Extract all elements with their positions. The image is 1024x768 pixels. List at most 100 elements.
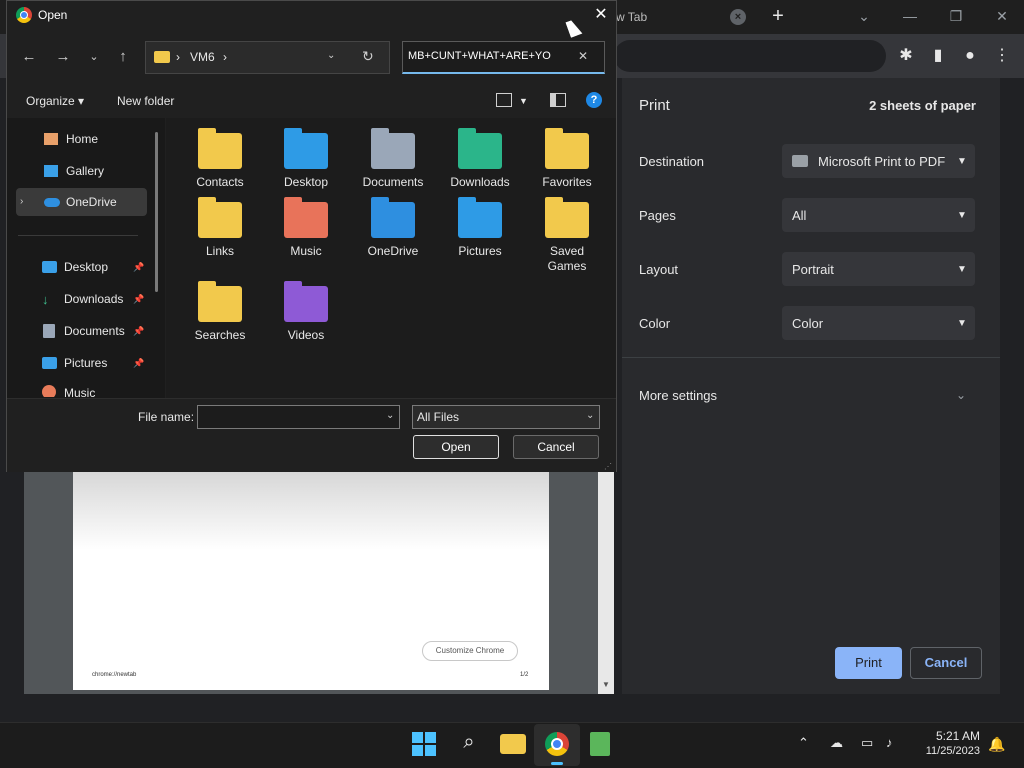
new-tab-plus-icon[interactable]: + [768,6,788,26]
scroll-down-arrow-icon[interactable]: ▼ [601,680,611,690]
file-type-dropdown-icon[interactable]: ⌄ [586,410,594,421]
preview-scrollbar[interactable] [598,470,614,694]
view-options-icon[interactable] [496,93,512,107]
music-icon [42,385,56,397]
layout-label: Layout [639,262,679,277]
onedrive-cloud-icon [44,197,60,207]
file-name-dropdown-icon[interactable]: ⌄ [386,410,394,421]
tab-close-icon[interactable]: × [730,9,746,25]
help-icon[interactable]: ? [586,92,602,108]
folder-item-favorites[interactable]: Favorites [527,128,607,190]
quick-access-desktop[interactable]: Desktop [16,253,146,281]
destination-select[interactable]: Microsoft Print to PDF [782,144,975,178]
folder-item-videos[interactable]: Videos [266,281,346,343]
search-input[interactable]: MB+CUNT+WHAT+ARE+YO [408,50,566,62]
menu-kebab-icon[interactable]: ⋮ [990,44,1014,68]
omnibox[interactable] [614,40,886,72]
folder-label: Searches [194,328,246,342]
up-arrow-icon[interactable]: ↑ [112,46,134,68]
nav-gallery-label: Gallery [66,164,105,178]
folder-item-desktop[interactable]: Desktop [266,128,346,190]
folder-item-saved-games[interactable]: Saved Games [527,197,607,274]
resize-grip-icon[interactable]: ⋰ [604,462,612,471]
network-icon[interactable]: ▭ [861,735,873,751]
folder-label: OneDrive [367,244,419,258]
dialog-titlebar[interactable] [7,1,616,31]
recent-locations-chevron-icon[interactable]: ⌄ [83,46,105,68]
file-type-select[interactable]: All Files [412,405,600,429]
folder-item-contacts[interactable]: Contacts [180,128,260,190]
chevron-down-icon[interactable]: ⌄ [956,388,966,402]
folder-label: Music [290,244,322,258]
pages-value: All [792,207,807,223]
notification-bell-icon[interactable]: 🔔 [988,736,1005,753]
cancel-button[interactable]: Cancel [513,435,599,459]
forward-arrow-icon[interactable]: → [52,46,74,68]
onedrive-tray-icon[interactable]: ☁ [830,735,843,751]
onedrive-folder-icon [371,197,415,238]
folder-item-documents[interactable]: Documents [353,128,433,190]
extensions-icon[interactable]: ✱ [894,44,918,68]
saved-games-folder-icon [545,197,589,238]
print-title: Print [639,97,670,114]
folder-item-links[interactable]: Links [180,197,260,259]
more-settings-toggle[interactable]: More settings [639,388,717,403]
breadcrumb-vm6[interactable]: VM6 [190,50,215,64]
back-arrow-icon[interactable]: ← [18,46,40,68]
windows-start-icon[interactable] [412,732,436,756]
profile-avatar-icon[interactable]: ● [958,44,982,68]
desktop-icon [42,261,57,273]
print-cancel-button[interactable]: Cancel [910,647,982,679]
dialog-close-icon[interactable]: ✕ [592,6,610,24]
nav-home[interactable]: Home [16,125,146,153]
chrome-logo-icon [16,7,32,23]
organize-label: Organize [26,94,75,108]
folder-item-downloads[interactable]: Downloads [440,128,520,190]
new-folder-button[interactable]: New folder [117,94,174,108]
layout-select[interactable]: Portrait [782,252,975,286]
clock-time[interactable]: 5:21 AM [930,729,980,743]
folder-label: Pictures [458,244,502,258]
color-select[interactable]: Color [782,306,975,340]
folder-item-onedrive[interactable]: OneDrive [353,197,433,259]
quick-access-music[interactable]: Music [16,381,146,397]
downloads-folder-icon [458,128,502,169]
nav-onedrive[interactable]: OneDrive [16,188,147,216]
refresh-icon[interactable]: ↻ [362,48,374,65]
file-name-input[interactable] [197,405,400,429]
search-clear-icon[interactable]: ✕ [578,49,588,63]
minimize-icon[interactable]: — [896,6,924,26]
file-explorer-icon[interactable] [500,734,526,754]
nav-gallery[interactable]: Gallery [16,157,146,185]
address-dropdown-icon[interactable]: ⌄ [327,50,335,61]
quick-access-documents[interactable]: Documents [16,317,146,345]
show-hidden-icons-chevron-icon[interactable]: ⌃ [798,735,809,751]
taskbar-search-icon[interactable]: ⌕ [456,731,482,757]
clock-date[interactable]: 11/25/2023 [918,745,980,757]
view-dropdown-icon[interactable]: ▼ [519,96,528,106]
side-panel-icon[interactable]: ▮ [926,44,950,68]
expand-chevron-icon[interactable]: › [20,196,23,207]
volume-muted-icon[interactable]: ♪ [886,735,893,750]
folder-item-music[interactable]: Music [266,197,346,259]
restore-icon[interactable]: ❐ [942,6,970,26]
tab-search-chevron-icon[interactable]: ⌄ [850,6,878,26]
sheets-count: 2 sheets of paper [869,98,976,113]
pages-select[interactable]: All [782,198,975,232]
organize-menu[interactable]: Organize ▾ [26,94,84,108]
address-bar[interactable] [145,41,390,74]
quick-access-downloads[interactable]: ↓ Downloads [16,285,146,313]
pin-icon: 📌 [133,326,145,336]
window-close-icon[interactable]: ✕ [988,6,1016,26]
folder-item-pictures[interactable]: Pictures [440,197,520,259]
print-button[interactable]: Print [835,647,902,679]
links-folder-icon [198,197,242,238]
preview-pane-icon[interactable] [550,93,566,107]
home-icon [44,133,58,145]
open-button[interactable]: Open [413,435,499,459]
notepad-icon[interactable] [590,732,610,756]
tab-title: w Tab [616,10,648,24]
quick-access-pictures[interactable]: Pictures [16,349,146,377]
folder-item-searches[interactable]: Searches [180,281,260,343]
nav-scrollbar[interactable] [155,132,158,292]
